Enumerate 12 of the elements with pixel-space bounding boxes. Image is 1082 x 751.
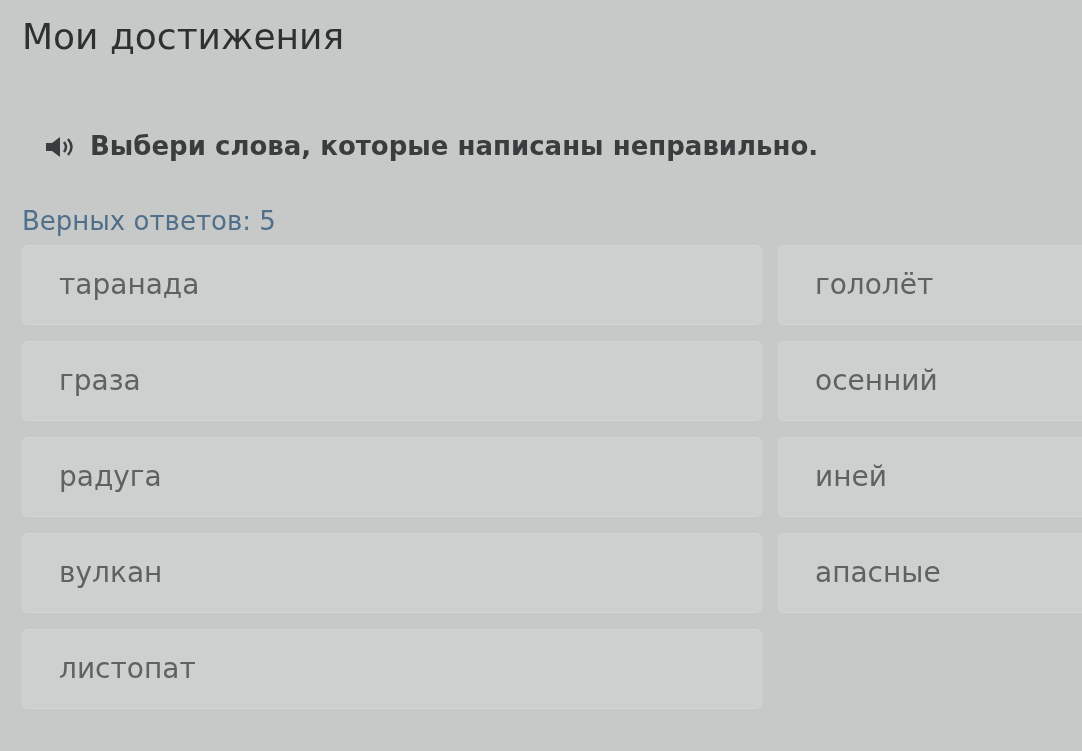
question-text: Выбери слова, которые написаны неправильно.: [90, 130, 819, 163]
answer-option[interactable]: гололёт: [778, 245, 1082, 325]
answer-option[interactable]: радуга: [22, 437, 762, 517]
answer-option[interactable]: листопат: [22, 629, 762, 709]
page-title: Мои достижения: [22, 15, 346, 59]
answer-option[interactable]: осенний: [778, 341, 1082, 421]
answer-option[interactable]: апасные: [778, 533, 1082, 613]
answer-option[interactable]: иней: [778, 437, 1082, 517]
answer-option[interactable]: вулкан: [22, 533, 762, 613]
answer-option[interactable]: граза: [22, 341, 762, 421]
answer-count: Верных ответов: 5: [22, 205, 277, 238]
answer-option[interactable]: таранада: [22, 245, 762, 325]
